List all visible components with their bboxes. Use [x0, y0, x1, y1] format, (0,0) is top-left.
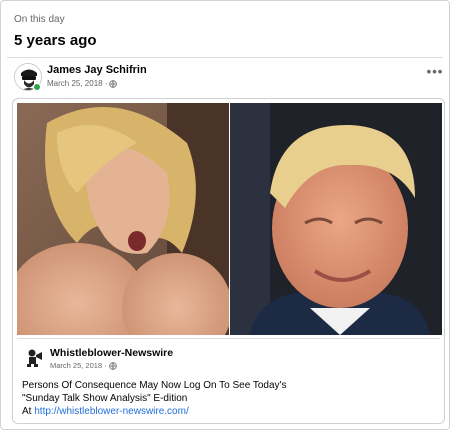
- page-avatar[interactable]: [23, 346, 45, 368]
- page-name[interactable]: Whistleblower-Newswire: [50, 347, 173, 359]
- author-name[interactable]: James Jay Schifrin: [47, 64, 147, 77]
- post-date[interactable]: March 25, 2018 ·: [47, 79, 107, 89]
- post-meta: March 25, 2018 ·: [47, 79, 118, 89]
- online-status-dot: [33, 83, 41, 91]
- post-link[interactable]: http://whistleblower-newswire.com/: [34, 406, 189, 417]
- whistleblower-logo-icon: [23, 346, 45, 368]
- globe-icon: [108, 361, 117, 370]
- photo-right-image: [230, 103, 442, 335]
- shared-photo[interactable]: [17, 103, 442, 335]
- memory-label: On this day: [14, 14, 65, 25]
- photo-right-panel: [230, 103, 442, 335]
- memory-card: On this day 5 years ago James Jay Schifr…: [0, 0, 450, 430]
- page-meta: March 25, 2018 ·: [50, 361, 117, 370]
- photo-left-image: [17, 103, 229, 335]
- header-divider: [7, 57, 443, 58]
- post-text-line-3: At http://whistleblower-newswire.com/: [22, 405, 432, 418]
- post-text-line-2: "Sunday Talk Show Analysis" E-dition: [22, 393, 188, 404]
- card-divider: [17, 338, 440, 339]
- post-header: James Jay Schifrin March 25, 2018 · •••: [14, 63, 444, 93]
- more-options-button[interactable]: •••: [426, 65, 444, 79]
- photo-left-panel: [17, 103, 229, 335]
- globe-icon: [109, 80, 118, 88]
- memory-title: 5 years ago: [14, 32, 97, 49]
- post-text-line-1: Persons Of Consequence May Now Log On To…: [22, 380, 287, 391]
- memory-header: On this day 5 years ago: [14, 14, 97, 50]
- shared-post-card[interactable]: Whistleblower-Newswire March 25, 2018 · …: [12, 98, 445, 424]
- shared-post-text: Persons Of Consequence May Now Log On To…: [22, 379, 432, 418]
- shared-post-date[interactable]: March 25, 2018 ·: [50, 361, 107, 370]
- post-text-prefix: At: [22, 406, 35, 417]
